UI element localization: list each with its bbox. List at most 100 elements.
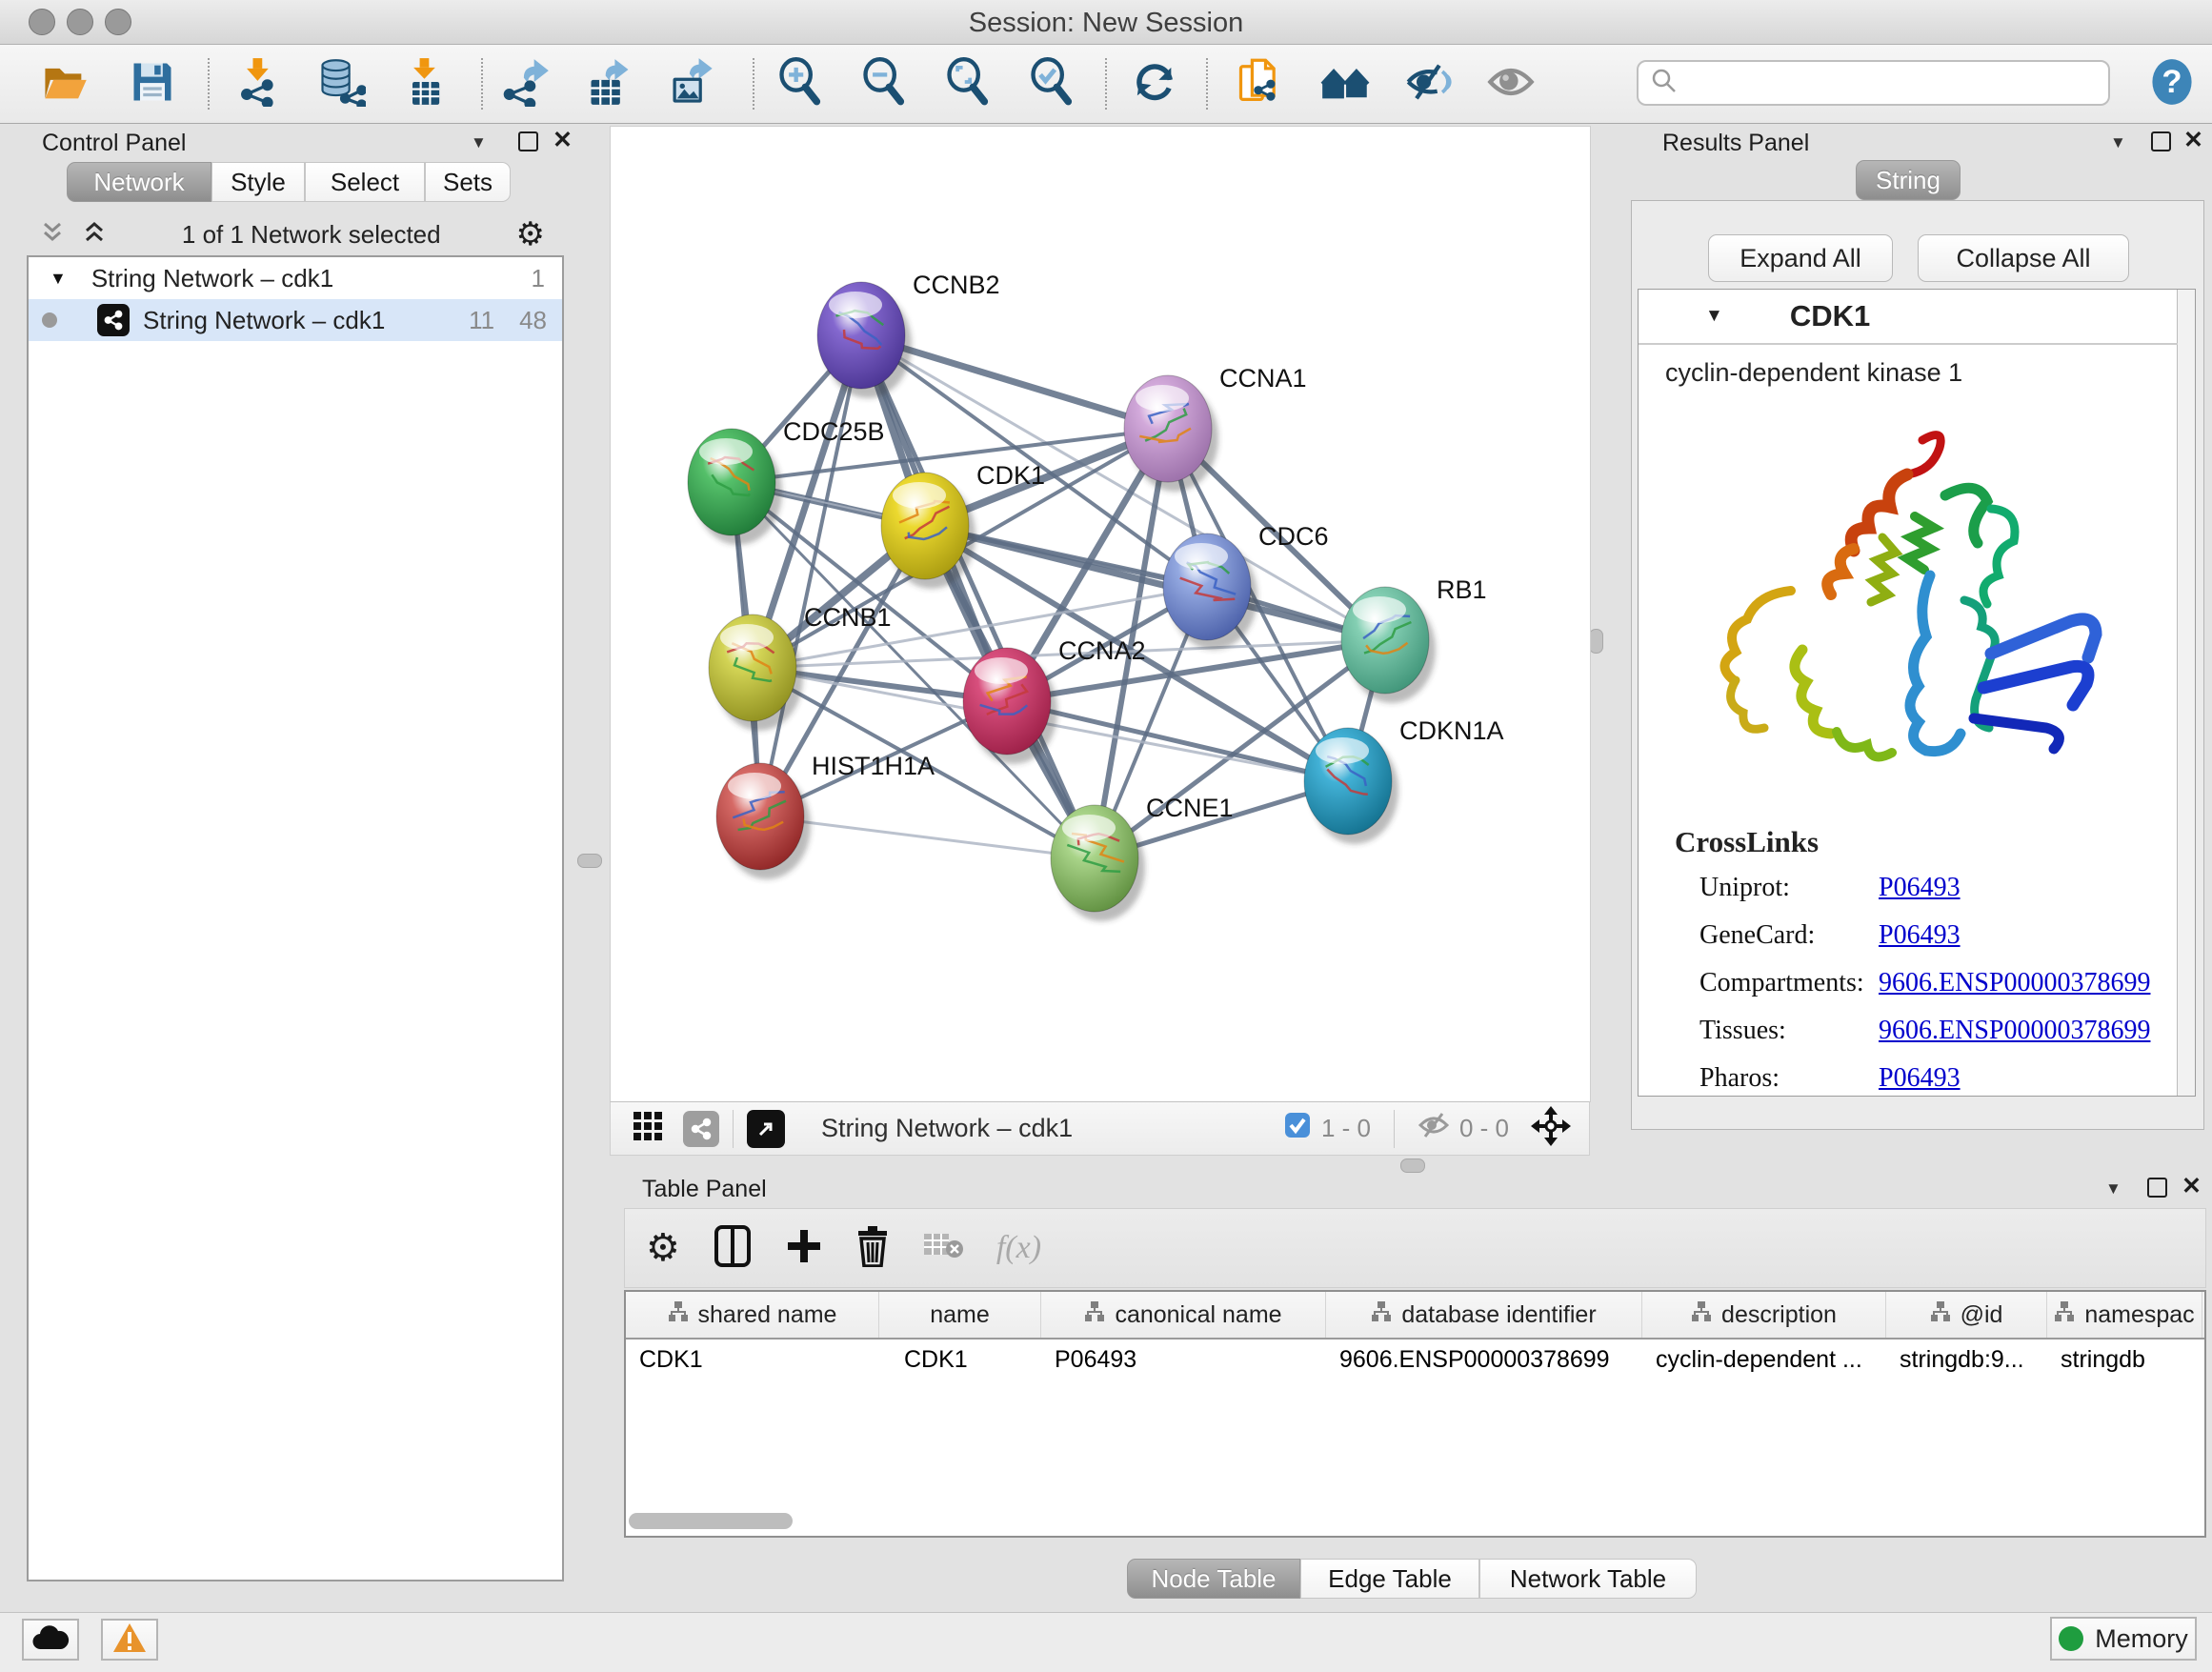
results-panel-float-icon[interactable] xyxy=(2151,131,2171,151)
fit-crosshair-icon[interactable] xyxy=(1530,1105,1572,1152)
crosslinks-title: CrossLinks xyxy=(1675,825,1819,859)
column-header-shared-name[interactable]: shared name xyxy=(626,1292,879,1338)
tab-select[interactable]: Select xyxy=(305,162,425,202)
node-label: CDC6 xyxy=(1258,522,1329,551)
tree-collapse-caret-icon[interactable]: ▼ xyxy=(50,269,67,289)
network-edge-count: 48 xyxy=(519,306,547,335)
control-panel-close-icon[interactable]: ✕ xyxy=(553,131,573,150)
string-results-container: Expand All Collapse All ▼ CDK1 cyclin-de… xyxy=(1631,200,2204,1130)
memory-button[interactable]: Memory xyxy=(2050,1617,2197,1661)
delete-column-trash-icon[interactable] xyxy=(855,1225,890,1272)
table-cell: CDK1 xyxy=(879,1340,1041,1381)
zoom-fit-button[interactable] xyxy=(941,57,995,111)
table-options-gear-icon[interactable]: ⚙ xyxy=(646,1229,680,1267)
expand-all-button[interactable]: Expand All xyxy=(1708,234,1893,282)
import-network-database-button[interactable] xyxy=(314,57,368,111)
table-body: CDK1CDK1P064939606.ENSP00000378699cyclin… xyxy=(626,1340,2204,1381)
toolbar-separator xyxy=(753,58,754,110)
selected-counts: 1 - 0 xyxy=(1321,1114,1371,1143)
birdseye-grid-icon[interactable] xyxy=(632,1110,664,1147)
tab-network-table[interactable]: Network Table xyxy=(1479,1559,1697,1599)
delete-table-icon[interactable] xyxy=(922,1230,964,1267)
table-panel-float-icon[interactable] xyxy=(2147,1178,2167,1198)
table-panel-menu-caret-icon[interactable]: ▼ xyxy=(2105,1179,2122,1199)
network-edge[interactable] xyxy=(760,335,861,816)
export-table-button[interactable] xyxy=(583,57,636,111)
hidden-eye-icon[interactable] xyxy=(1418,1111,1450,1146)
search-input[interactable] xyxy=(1679,68,2082,99)
network-options-gear-icon[interactable]: ⚙ xyxy=(516,218,545,251)
column-header-canonical-name[interactable]: canonical name xyxy=(1041,1292,1326,1338)
show-columns-icon[interactable] xyxy=(713,1224,753,1273)
zoom-selected-button[interactable] xyxy=(1025,57,1078,111)
control-panel-float-icon[interactable] xyxy=(518,131,538,151)
network-view-toolbar: String Network – cdk1 1 - 0 0 - 0 xyxy=(610,1101,1590,1156)
table-row[interactable]: CDK1CDK1P064939606.ENSP00000378699cyclin… xyxy=(626,1340,2204,1381)
import-network-file-button[interactable] xyxy=(232,57,286,111)
network-collection-count: 1 xyxy=(532,264,545,293)
entry-collapse-caret-icon[interactable]: ▼ xyxy=(1705,306,1723,327)
left-splitter-handle[interactable] xyxy=(577,854,602,868)
collapse-all-chevron-icon[interactable] xyxy=(40,220,65,250)
export-network-button[interactable] xyxy=(499,57,553,111)
crosslink-value-link[interactable]: P06493 xyxy=(1879,920,1961,951)
network-collection-row[interactable]: ▼ String Network – cdk1 1 xyxy=(29,257,562,299)
function-builder-icon[interactable]: f(x) xyxy=(996,1230,1041,1266)
tab-network[interactable]: Network xyxy=(67,162,211,202)
network-row-selected[interactable]: String Network – cdk1 11 48 xyxy=(29,299,562,341)
help-button[interactable]: ? xyxy=(2145,57,2199,111)
results-panel-close-icon[interactable]: ✕ xyxy=(2183,131,2203,150)
table-horizontal-scrollbar[interactable] xyxy=(629,1513,793,1529)
open-session-button[interactable] xyxy=(38,57,91,111)
tab-string[interactable]: String xyxy=(1856,160,1961,200)
column-header-database-identifier[interactable]: database identifier xyxy=(1326,1292,1642,1338)
show-selected-button[interactable] xyxy=(1484,57,1538,111)
column-header--id[interactable]: @id xyxy=(1886,1292,2047,1338)
crosslink-value-link[interactable]: P06493 xyxy=(1879,1063,1961,1094)
hide-selected-button[interactable] xyxy=(1402,57,1456,111)
warning-triangle-icon xyxy=(111,1622,148,1659)
show-all-networks-button[interactable] xyxy=(1318,57,1372,111)
refresh-button[interactable] xyxy=(1128,57,1181,111)
node-gloss xyxy=(1353,596,1406,623)
save-session-button[interactable] xyxy=(126,57,179,111)
import-table-file-button[interactable] xyxy=(398,57,452,111)
refresh-icon xyxy=(1130,57,1179,111)
toolbar-separator xyxy=(1105,58,1107,110)
crosslinks-list: Uniprot:P06493GeneCard:P06493Compartment… xyxy=(1699,873,2176,1111)
open-in-window-icon[interactable] xyxy=(747,1110,785,1148)
column-header-name[interactable]: name xyxy=(879,1292,1041,1338)
network-canvas[interactable]: CCNB2CCNA1CDC25BCDK1CDC6RB1CCNB1CCNA2CDK… xyxy=(610,126,1591,1102)
column-header-namespac[interactable]: namespac xyxy=(2047,1292,2202,1338)
tab-style[interactable]: Style xyxy=(211,162,305,202)
export-image-button[interactable] xyxy=(665,57,718,111)
crosslink-value-link[interactable]: 9606.ENSP00000378699 xyxy=(1879,1016,2150,1046)
tab-edge-table[interactable]: Edge Table xyxy=(1300,1559,1479,1599)
crosslink-label: Compartments: xyxy=(1699,968,1879,998)
tab-sets[interactable]: Sets xyxy=(425,162,511,202)
results-panel-menu-caret-icon[interactable]: ▼ xyxy=(2110,133,2126,152)
cloud-button[interactable] xyxy=(22,1619,79,1661)
column-type-tree-icon xyxy=(1371,1300,1392,1330)
zoom-out-button[interactable] xyxy=(857,57,911,111)
bottom-splitter-handle[interactable] xyxy=(1400,1158,1425,1173)
help-icon: ? xyxy=(2147,57,2197,111)
table-panel-close-icon[interactable]: ✕ xyxy=(2182,1177,2202,1196)
zoom-in-button[interactable] xyxy=(774,57,827,111)
crosslink-value-link[interactable]: P06493 xyxy=(1879,873,1961,903)
node-entry-header[interactable]: ▼ CDK1 xyxy=(1639,290,2178,345)
column-header-description[interactable]: description xyxy=(1642,1292,1886,1338)
network-view-title: String Network – cdk1 xyxy=(821,1114,1073,1143)
results-scrollbar[interactable] xyxy=(2177,290,2195,1096)
collapse-all-button[interactable]: Collapse All xyxy=(1918,234,2129,282)
tab-node-table[interactable]: Node Table xyxy=(1127,1559,1300,1599)
crosslink-value-link[interactable]: 9606.ENSP00000378699 xyxy=(1879,968,2150,998)
share-network-icon[interactable] xyxy=(683,1111,719,1147)
selected-checkbox-icon[interactable] xyxy=(1283,1111,1312,1146)
warnings-button[interactable] xyxy=(101,1619,158,1661)
node-gloss xyxy=(893,482,946,509)
expand-all-chevron-icon[interactable] xyxy=(82,220,107,250)
add-column-icon[interactable] xyxy=(785,1227,823,1270)
control-panel-menu-caret-icon[interactable]: ▼ xyxy=(471,133,487,152)
duplicate-network-button[interactable] xyxy=(1233,57,1286,111)
